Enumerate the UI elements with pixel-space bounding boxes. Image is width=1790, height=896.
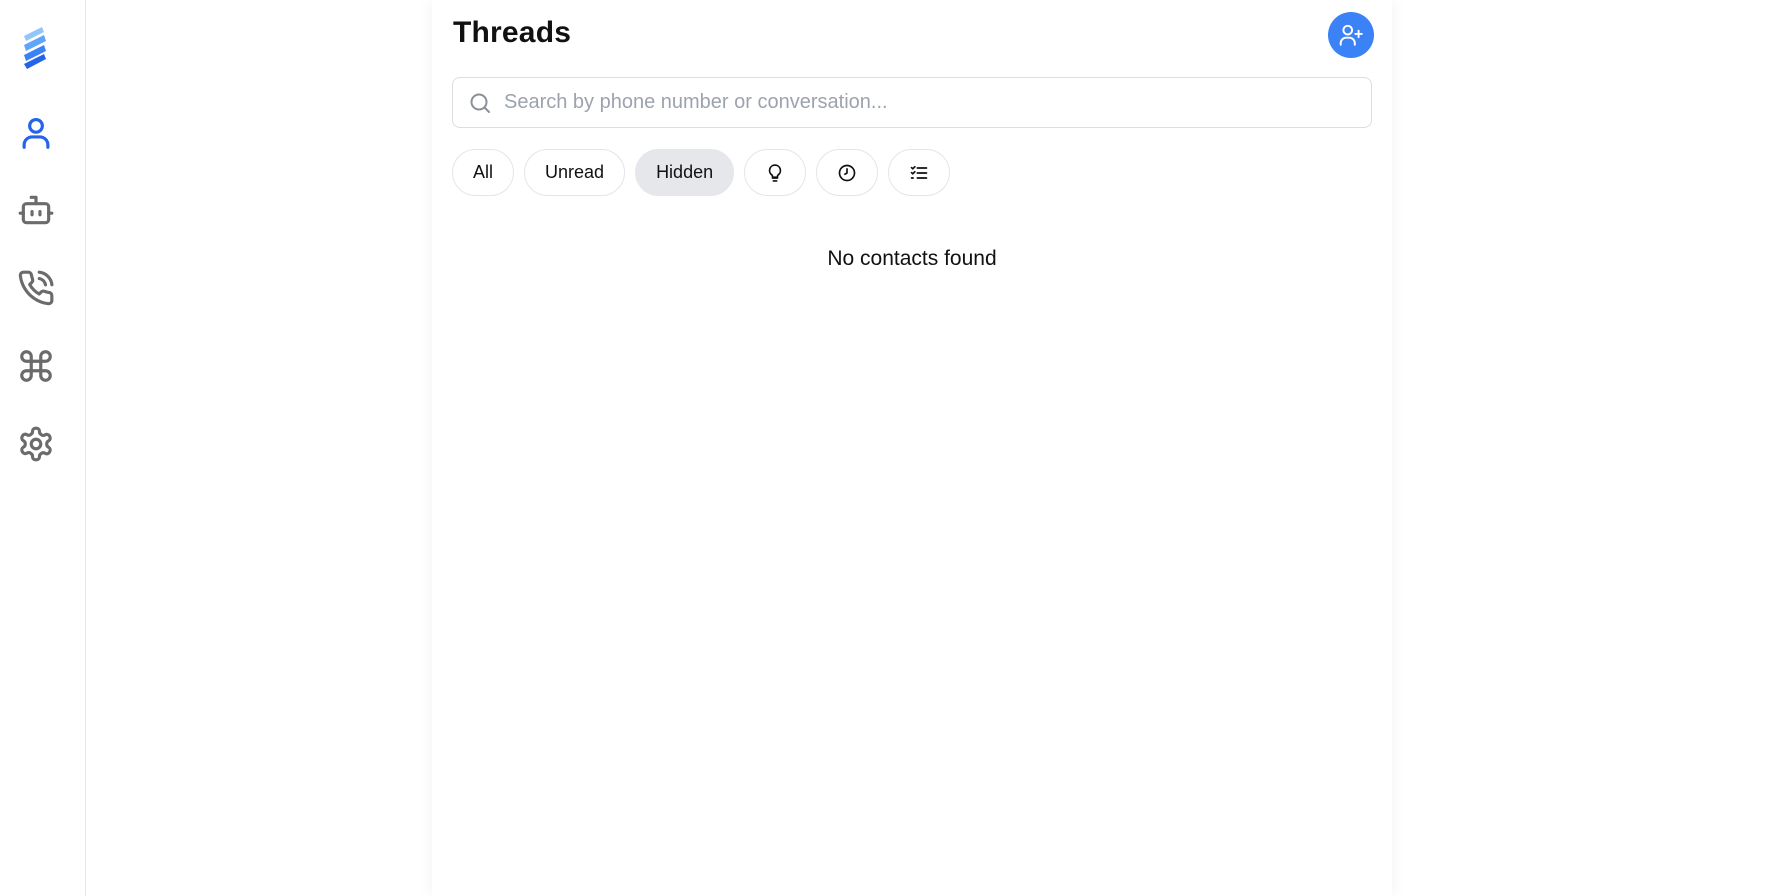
page-title: Threads xyxy=(453,16,572,49)
filter-all-button[interactable]: All xyxy=(452,149,515,196)
stacked-bars-logo-icon xyxy=(24,27,46,69)
sidebar-item-settings[interactable] xyxy=(13,421,59,467)
checklist-icon xyxy=(910,165,928,179)
app-logo[interactable] xyxy=(20,26,50,70)
search-input[interactable] xyxy=(502,81,1371,124)
sidebar-item-commands[interactable] xyxy=(13,343,59,389)
clock-icon xyxy=(838,164,856,181)
filter-hidden-button[interactable]: Hidden xyxy=(635,149,735,196)
search-icon xyxy=(468,91,492,115)
filter-bar: All Unread Hidden xyxy=(452,149,951,197)
search-box xyxy=(452,77,1372,128)
gear-icon xyxy=(20,426,52,462)
sidebar-item-bot[interactable] xyxy=(13,187,59,233)
sidebar-item-calls[interactable] xyxy=(13,265,59,311)
filter-unread-button[interactable]: Unread xyxy=(524,149,626,196)
filter-ideas-button[interactable] xyxy=(744,149,807,196)
command-icon xyxy=(20,350,52,382)
sidebar-item-contacts[interactable] xyxy=(13,110,59,156)
user-icon xyxy=(22,117,50,149)
filter-tasks-button[interactable] xyxy=(888,149,951,196)
lightbulb-icon xyxy=(768,163,782,182)
bot-icon xyxy=(18,195,54,225)
phone-call-icon xyxy=(18,270,54,306)
user-plus-icon xyxy=(1339,24,1363,46)
add-contact-button[interactable] xyxy=(1328,12,1374,58)
app: Threads All Unread Hidden xyxy=(0,0,1790,896)
threads-panel: Threads All Unread Hidden xyxy=(432,0,1392,896)
sidebar xyxy=(0,0,86,896)
empty-state-message: No contacts found xyxy=(827,247,997,270)
filter-recent-button[interactable] xyxy=(816,149,879,196)
